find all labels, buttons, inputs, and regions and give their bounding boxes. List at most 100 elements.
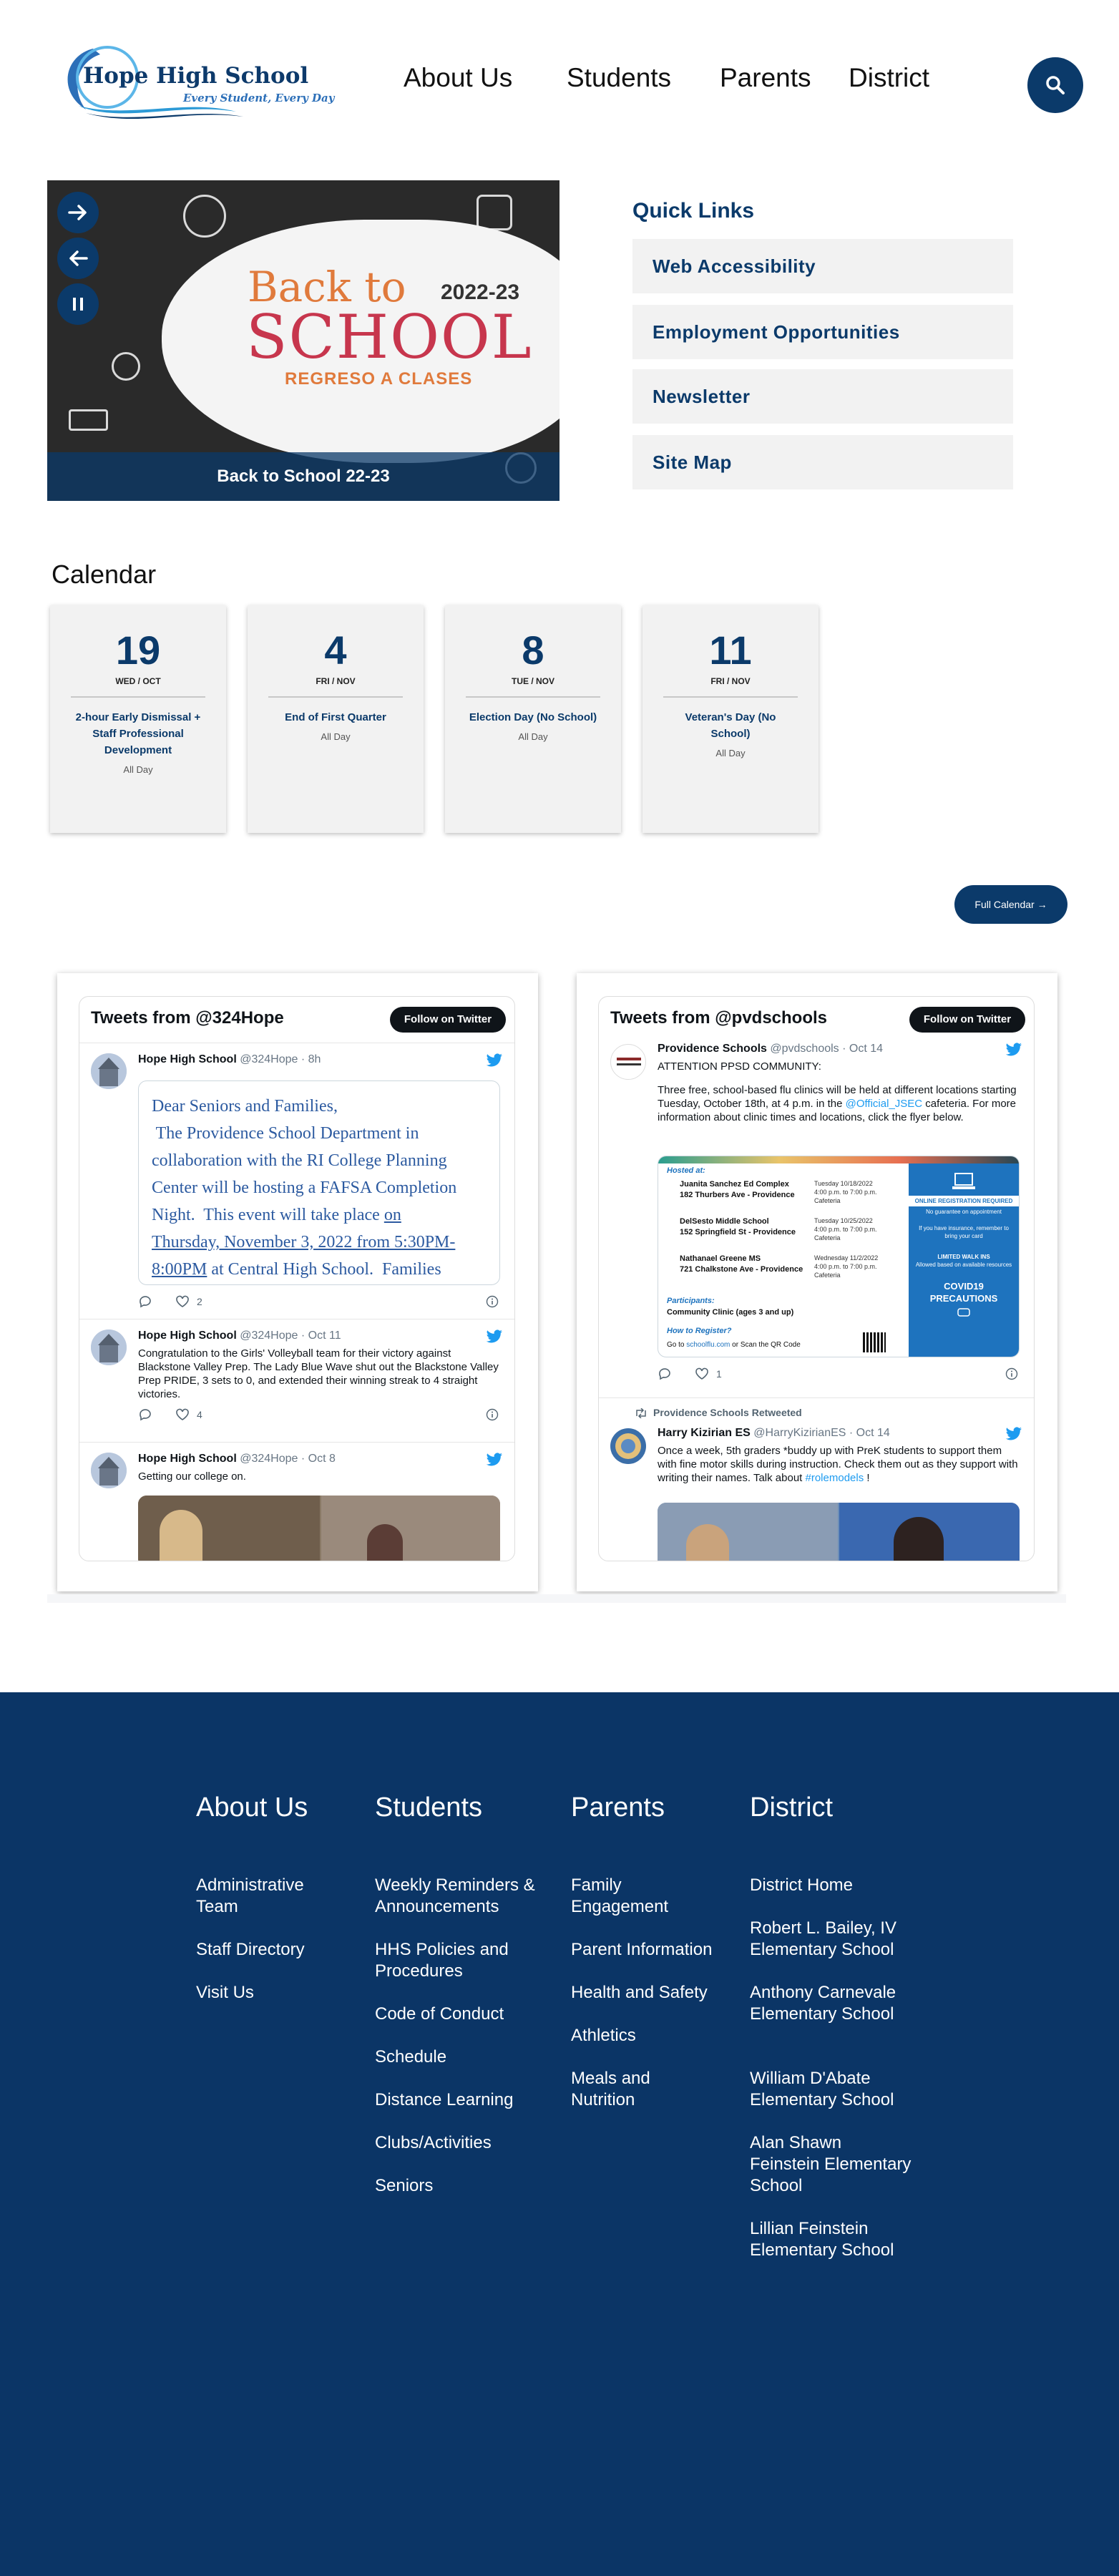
twitter-bird-icon[interactable]: [1005, 1427, 1022, 1441]
quote-line: collaboration with the RI College Planni…: [152, 1151, 447, 1170]
footer-heading-parents[interactable]: Parents: [571, 1792, 665, 1823]
footer-link-weekly-reminders[interactable]: Weekly Reminders & Announcements: [375, 1875, 537, 1918]
nav-district[interactable]: District: [849, 63, 929, 93]
twitter-bird-icon[interactable]: [1005, 1043, 1022, 1057]
calendar-event-card[interactable]: 11 FRI / NOV Veteran's Day (No School) A…: [642, 605, 819, 833]
calendar-event-card[interactable]: 19 WED / OCT 2-hour Early Dismissal + St…: [50, 605, 226, 833]
tweet-hashtag[interactable]: #rolemodels: [806, 1472, 864, 1484]
footer-link-clubs-activities[interactable]: Clubs/Activities: [375, 2132, 537, 2154]
quick-link-site-map[interactable]: Site Map: [632, 435, 1013, 489]
previous-slide-button[interactable]: [57, 238, 99, 279]
footer-link-seniors[interactable]: Seniors: [375, 2175, 537, 2197]
tweet-author[interactable]: Providence Schools @pvdschools · Oct 14: [658, 1043, 883, 1055]
like-icon[interactable]: [175, 1408, 190, 1423]
event-title[interactable]: 2-hour Early Dismissal + Staff Professio…: [74, 709, 202, 758]
footer-heading-about-us[interactable]: About Us: [196, 1792, 308, 1823]
twitter-timeline[interactable]: Tweets from @pvdschools Follow on Twitte…: [598, 996, 1035, 1561]
avatar[interactable]: [610, 1044, 646, 1080]
nav-parents[interactable]: Parents: [720, 63, 811, 93]
info-icon[interactable]: [1005, 1367, 1018, 1382]
quick-link-web-accessibility[interactable]: Web Accessibility: [632, 239, 1013, 293]
event-title[interactable]: End of First Quarter: [271, 709, 400, 726]
footer-heading-students[interactable]: Students: [375, 1792, 482, 1823]
tweet-time[interactable]: Oct 11: [308, 1330, 341, 1342]
quick-link-newsletter[interactable]: Newsletter: [632, 369, 1013, 424]
footer-link-schedule[interactable]: Schedule: [375, 2046, 537, 2068]
quote-link[interactable]: 8:00PM: [152, 1260, 207, 1279]
tweet-time[interactable]: Oct 14: [849, 1043, 883, 1055]
nav-about-us[interactable]: About Us: [404, 63, 512, 93]
tweet[interactable]: Providence Schools @pvdschools · Oct 14 …: [599, 1037, 1034, 1423]
school-logo[interactable]: Hope High School Every Student, Every Da…: [57, 34, 335, 120]
footer-link-district-home[interactable]: District Home: [750, 1875, 914, 1896]
footer-link-athletics[interactable]: Athletics: [571, 2025, 736, 2046]
search-button[interactable]: [1027, 57, 1083, 113]
reply-icon[interactable]: [138, 1295, 152, 1310]
flu-clinic-flyer[interactable]: Hosted at: Juanita Sanchez Ed Complex 182…: [658, 1156, 1020, 1357]
quote-link[interactable]: on: [384, 1206, 401, 1224]
info-icon[interactable]: [486, 1295, 499, 1310]
flyer-register-link[interactable]: schoolflu.com: [686, 1341, 730, 1349]
reply-icon[interactable]: [138, 1408, 152, 1423]
nav-students[interactable]: Students: [567, 63, 671, 93]
divider: [663, 696, 798, 698]
avatar[interactable]: [91, 1453, 127, 1488]
footer-link-health-and-safety[interactable]: Health and Safety: [571, 1982, 736, 2004]
footer-link-lillian-feinstein-elementary[interactable]: Lillian Feinstein Elementary School: [750, 2218, 914, 2261]
footer-heading-district[interactable]: District: [750, 1792, 833, 1823]
event-title[interactable]: Election Day (No School): [469, 709, 597, 726]
reply-icon[interactable]: [658, 1367, 672, 1382]
footer-link-staff-directory[interactable]: Staff Directory: [196, 1939, 339, 1961]
footer-link-visit-us[interactable]: Visit Us: [196, 1982, 339, 2004]
calendar-event-card[interactable]: 8 TUE / NOV Election Day (No School) All…: [445, 605, 621, 833]
tweet[interactable]: Hope High School @324Hope · 8h Dear Seni…: [79, 1043, 514, 1357]
footer-link-family-engagement[interactable]: Family Engagement: [571, 1875, 700, 1918]
quick-link-employment[interactable]: Employment Opportunities: [632, 305, 1013, 359]
twitter-bird-icon[interactable]: [486, 1330, 503, 1344]
tweet-mention[interactable]: @Official_JSEC: [846, 1098, 922, 1110]
tweet[interactable]: Providence Schools Retweeted Harry Kizir…: [599, 1397, 1034, 1561]
tweet-photo[interactable]: [658, 1503, 1020, 1561]
twitter-bird-icon[interactable]: [486, 1053, 503, 1068]
quote-link[interactable]: Thursday, November 3, 2022 from 5:30PM-: [152, 1229, 487, 1256]
tweet-author[interactable]: Hope High School @324Hope · 8h: [138, 1053, 321, 1066]
pause-slider-button[interactable]: [57, 283, 99, 325]
tweet[interactable]: Hope High School @324Hope · Oct 11 Congr…: [79, 1319, 514, 1442]
like-icon[interactable]: [175, 1295, 190, 1310]
footer-link-code-of-conduct[interactable]: Code of Conduct: [375, 2004, 537, 2025]
follow-on-twitter-button[interactable]: Follow on Twitter: [390, 1007, 506, 1033]
tweet-photo[interactable]: [138, 1496, 500, 1561]
info-icon[interactable]: [486, 1408, 499, 1423]
full-calendar-button[interactable]: Full Calendar →: [954, 885, 1067, 924]
avatar[interactable]: [610, 1428, 646, 1464]
footer-link-hhs-policies[interactable]: HHS Policies and Procedures: [375, 1939, 537, 1982]
twitter-timeline[interactable]: Tweets from @324Hope Follow on Twitter H…: [79, 996, 515, 1561]
footer-link-administrative-team[interactable]: Administrative Team: [196, 1875, 339, 1918]
footer-link-distance-learning[interactable]: Distance Learning: [375, 2089, 537, 2111]
footer-link-bailey-elementary[interactable]: Robert L. Bailey, IV Elementary School: [750, 1918, 914, 1961]
follow-on-twitter-button[interactable]: Follow on Twitter: [909, 1007, 1025, 1033]
footer-link-carnevale-elementary[interactable]: Anthony Carnevale Elementary School: [750, 1982, 914, 2025]
footer-link-meals-and-nutrition[interactable]: Meals and Nutrition: [571, 2068, 671, 2111]
next-slide-button[interactable]: [57, 192, 99, 233]
avatar[interactable]: [91, 1330, 127, 1365]
footer-link-dabate-elementary[interactable]: William D'Abate Elementary School: [750, 2068, 914, 2111]
twitter-bird-icon[interactable]: [486, 1453, 503, 1467]
flyer-online-registration: ONLINE REGISTRATION REQUIRED: [909, 1196, 1019, 1206]
tweet-author[interactable]: Hope High School @324Hope · Oct 8: [138, 1453, 336, 1465]
footer-link-alan-feinstein-elementary[interactable]: Alan Shawn Feinstein Elementary School: [750, 2132, 914, 2197]
tweet-time[interactable]: 8h: [308, 1053, 321, 1065]
tweet-time[interactable]: Oct 8: [308, 1453, 336, 1465]
tweet-author[interactable]: Harry Kizirian ES @HarryKizirianES · Oct…: [658, 1427, 890, 1440]
tweet-quoted-letter[interactable]: Dear Seniors and Families, The Providenc…: [138, 1080, 500, 1285]
footer-link-parent-information[interactable]: Parent Information: [571, 1939, 736, 1961]
flyer-precautions: PRECAUTIONS: [929, 1293, 998, 1304]
tweet[interactable]: Hope High School @324Hope · Oct 8 Gettin…: [79, 1442, 514, 1561]
school-mascot-icon: [615, 1433, 641, 1459]
like-icon[interactable]: [695, 1367, 709, 1382]
event-title[interactable]: Veteran's Day (No School): [666, 709, 795, 742]
calendar-event-card[interactable]: 4 FRI / NOV End of First Quarter All Day: [248, 605, 424, 833]
tweet-time[interactable]: Oct 14: [856, 1427, 890, 1439]
tweet-author[interactable]: Hope High School @324Hope · Oct 11: [138, 1330, 341, 1342]
avatar[interactable]: [91, 1053, 127, 1089]
